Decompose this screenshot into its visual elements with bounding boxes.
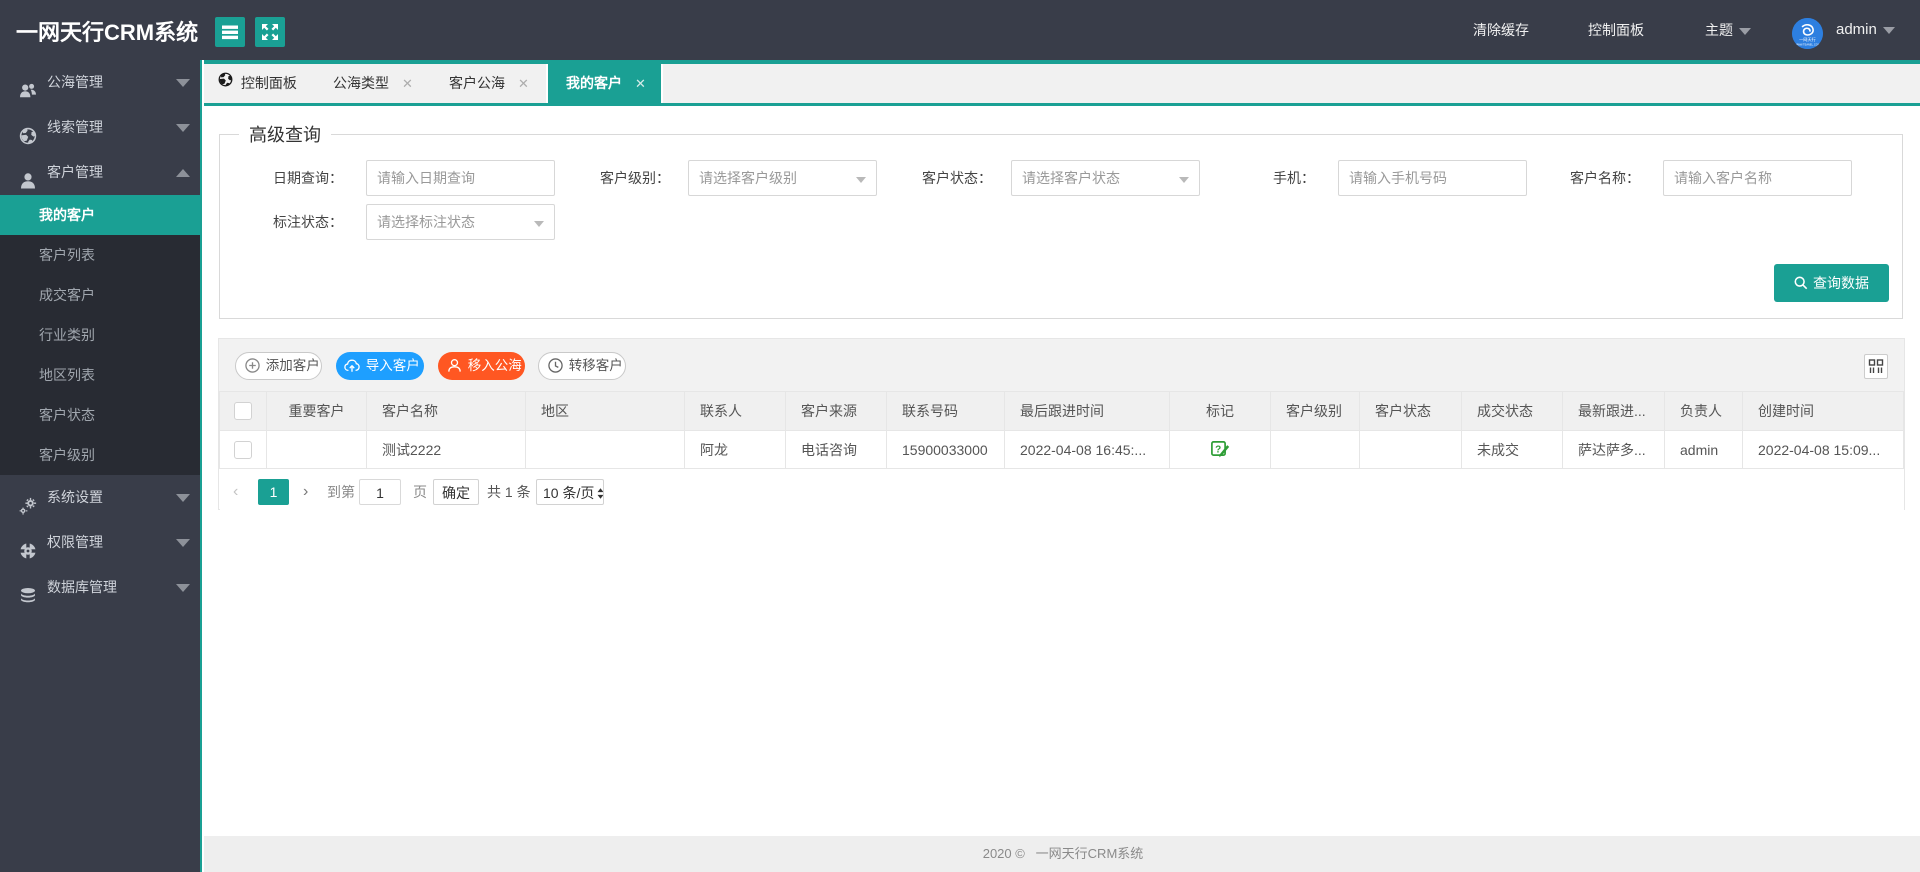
svg-text:WWW.TEANEL.COM: WWW.TEANEL.COM [1795,43,1820,47]
svg-text:一网天行: 一网天行 [1799,36,1816,43]
